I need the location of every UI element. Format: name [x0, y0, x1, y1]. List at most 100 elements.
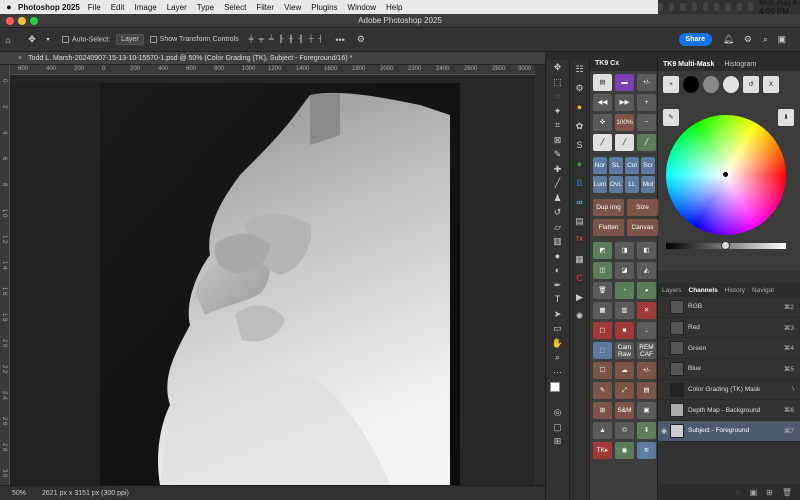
menu-filter[interactable]: Filter — [256, 3, 274, 12]
size-button[interactable]: Size — [627, 199, 658, 216]
tk-tool-button[interactable]: ◩ — [593, 242, 612, 259]
crop-tool-icon[interactable]: ⌗ — [546, 118, 569, 133]
trash-button[interactable]: 🗑︎ — [593, 282, 612, 299]
brush-tool-icon[interactable]: ╱ — [546, 176, 569, 191]
channel-row[interactable]: Depth Map - Background ⌘6 — [658, 400, 800, 422]
zoom-100-button[interactable]: 100% — [615, 114, 634, 131]
document-button[interactable]: ▤ — [593, 74, 612, 91]
blend-lum-button[interactable]: Lum — [593, 176, 607, 193]
drop-button[interactable]: 💧︎ — [637, 322, 656, 339]
eraser-tool-icon[interactable]: ▱ — [546, 220, 569, 235]
menu-select[interactable]: Select — [224, 3, 246, 12]
distribute-icon[interactable]: ┼ — [308, 36, 313, 43]
hand-tool-icon[interactable]: ✋ — [546, 336, 569, 351]
channel-row[interactable]: ◉ Subject - Foreground ⌘7 — [658, 421, 800, 442]
tk-tool-button[interactable]: ☁ — [615, 362, 634, 379]
menu-view[interactable]: View — [284, 3, 301, 12]
dodge-tool-icon[interactable]: ◐ — [546, 263, 569, 278]
type-tool-icon[interactable]: T — [546, 292, 569, 307]
menu-layer[interactable]: Layer — [167, 3, 187, 12]
document-tab[interactable]: × Todd L. Marsh-20240907-15-13-10-15570-1… — [0, 52, 545, 65]
healing-tool-icon[interactable]: ✚ — [546, 162, 569, 177]
mask-button[interactable]: ▬ — [615, 74, 634, 91]
calculator-button[interactable]: ▦ — [593, 302, 612, 319]
blend-sl-button[interactable]: SL — [609, 157, 623, 174]
discover-icon[interactable]: ⚙ — [744, 34, 752, 45]
menu-window[interactable]: Window — [348, 3, 376, 12]
tk-tool-button[interactable]: ◕ — [637, 282, 656, 299]
flatten-button[interactable]: Flatten — [593, 219, 624, 236]
auto-select-checkbox[interactable] — [62, 35, 69, 43]
sam-button[interactable]: S&M — [615, 402, 634, 419]
zoom-level[interactable]: 50% — [12, 490, 26, 497]
rectangle-tool-icon[interactable]: ▭ — [546, 321, 569, 336]
status-icon[interactable] — [714, 3, 720, 11]
status-icon[interactable] — [658, 3, 664, 11]
tk-tool-button[interactable]: ◔ — [615, 282, 634, 299]
play-icon[interactable]: ▶ — [570, 288, 589, 307]
plugin-icon[interactable]: ● — [570, 98, 589, 117]
tk-tool-button[interactable]: ▥ — [615, 302, 634, 319]
save-selection-icon[interactable]: ▣ — [750, 488, 758, 497]
search-icon[interactable]: ⌕ — [763, 34, 768, 45]
minimize-window-button[interactable] — [18, 17, 26, 25]
transform-controls-checkbox[interactable] — [149, 36, 157, 43]
rem-caf-button[interactable]: REM CAF — [637, 342, 656, 359]
align-icon[interactable]: ╟ — [279, 36, 284, 43]
frame-tool-icon[interactable]: ⊠ — [546, 133, 569, 148]
gray-circle-button[interactable] — [703, 76, 719, 93]
eye-icon[interactable]: ◉ — [658, 427, 670, 435]
tab-navigator[interactable]: Navigat — [752, 287, 774, 294]
eye-button[interactable]: ◉ — [615, 442, 634, 459]
status-icon[interactable] — [691, 3, 697, 11]
edit-toolbar-icon[interactable]: ⊞ — [546, 434, 569, 449]
plugin-c-icon[interactable]: C — [570, 269, 589, 288]
align-icon[interactable]: ╢ — [298, 36, 303, 43]
close-x-button[interactable]: ✕ — [637, 302, 656, 319]
blend-ovl-button[interactable]: OvL — [609, 176, 623, 193]
panel-icon[interactable]: ✺ — [570, 307, 589, 326]
tk-tool-button[interactable]: ◧ — [637, 242, 656, 259]
tab-history[interactable]: History — [725, 287, 745, 294]
black-circle-button[interactable] — [683, 76, 699, 93]
undo-icon[interactable]: ↺ — [743, 76, 759, 93]
close-icon[interactable]: × — [18, 55, 22, 62]
quick-select-tool-icon[interactable]: ✦ — [546, 104, 569, 119]
align-icon[interactable]: ╪ — [249, 36, 254, 43]
canvas-button[interactable]: Canvas — [627, 219, 658, 236]
remove-button[interactable]: − — [637, 114, 656, 131]
selection-button[interactable]: ⬚ — [593, 342, 612, 359]
align-icon[interactable]: ╤ — [259, 36, 264, 43]
gradient-tool-icon[interactable]: ▥ — [546, 234, 569, 249]
menu-image[interactable]: Image — [134, 3, 156, 12]
move-tool-icon[interactable]: ✥ — [24, 34, 40, 45]
eyedropper-tool-icon[interactable]: ✎ — [546, 147, 569, 162]
red-square-button[interactable]: ▢ — [593, 322, 612, 339]
status-icon[interactable] — [669, 3, 675, 11]
document-info[interactable]: 2621 px x 3151 px (300 ppi) — [42, 490, 129, 497]
value-slider[interactable] — [666, 241, 786, 250]
history-brush-icon[interactable]: ↺ — [546, 205, 569, 220]
adjustments-icon[interactable]: ☷ — [570, 60, 589, 79]
menu-help[interactable]: Help — [386, 3, 402, 12]
plugin-green-icon[interactable]: ● — [570, 155, 589, 174]
tab-histogram[interactable]: Histogram — [724, 61, 756, 68]
chevron-down-icon[interactable]: ▾ — [40, 36, 56, 43]
color-picker-handle[interactable] — [721, 170, 730, 179]
brush-white-button[interactable]: ╱ — [615, 134, 634, 151]
tk-ex-icon[interactable]: TK — [570, 231, 589, 250]
status-icon[interactable] — [702, 3, 709, 11]
tk-tool-button[interactable]: ▤ — [637, 382, 656, 399]
download-icon[interactable]: ⬇ — [778, 109, 794, 126]
path-select-tool-icon[interactable]: ➤ — [546, 307, 569, 322]
trash-icon[interactable]: 🗑︎ — [782, 488, 792, 497]
fit-button[interactable]: ✜ — [593, 114, 612, 131]
blend-mul-button[interactable]: Mul — [641, 176, 655, 193]
channel-row[interactable]: Red ⌘3 — [658, 318, 800, 339]
red-fill-button[interactable]: ■ — [615, 322, 634, 339]
layers-button[interactable]: ≋ — [637, 442, 656, 459]
menu-plugins[interactable]: Plugins — [311, 3, 337, 12]
move-tool-icon[interactable]: ✥ — [546, 60, 569, 75]
tk-tool-button[interactable]: ⊞ — [593, 402, 612, 419]
add-icon[interactable]: + — [663, 76, 679, 93]
